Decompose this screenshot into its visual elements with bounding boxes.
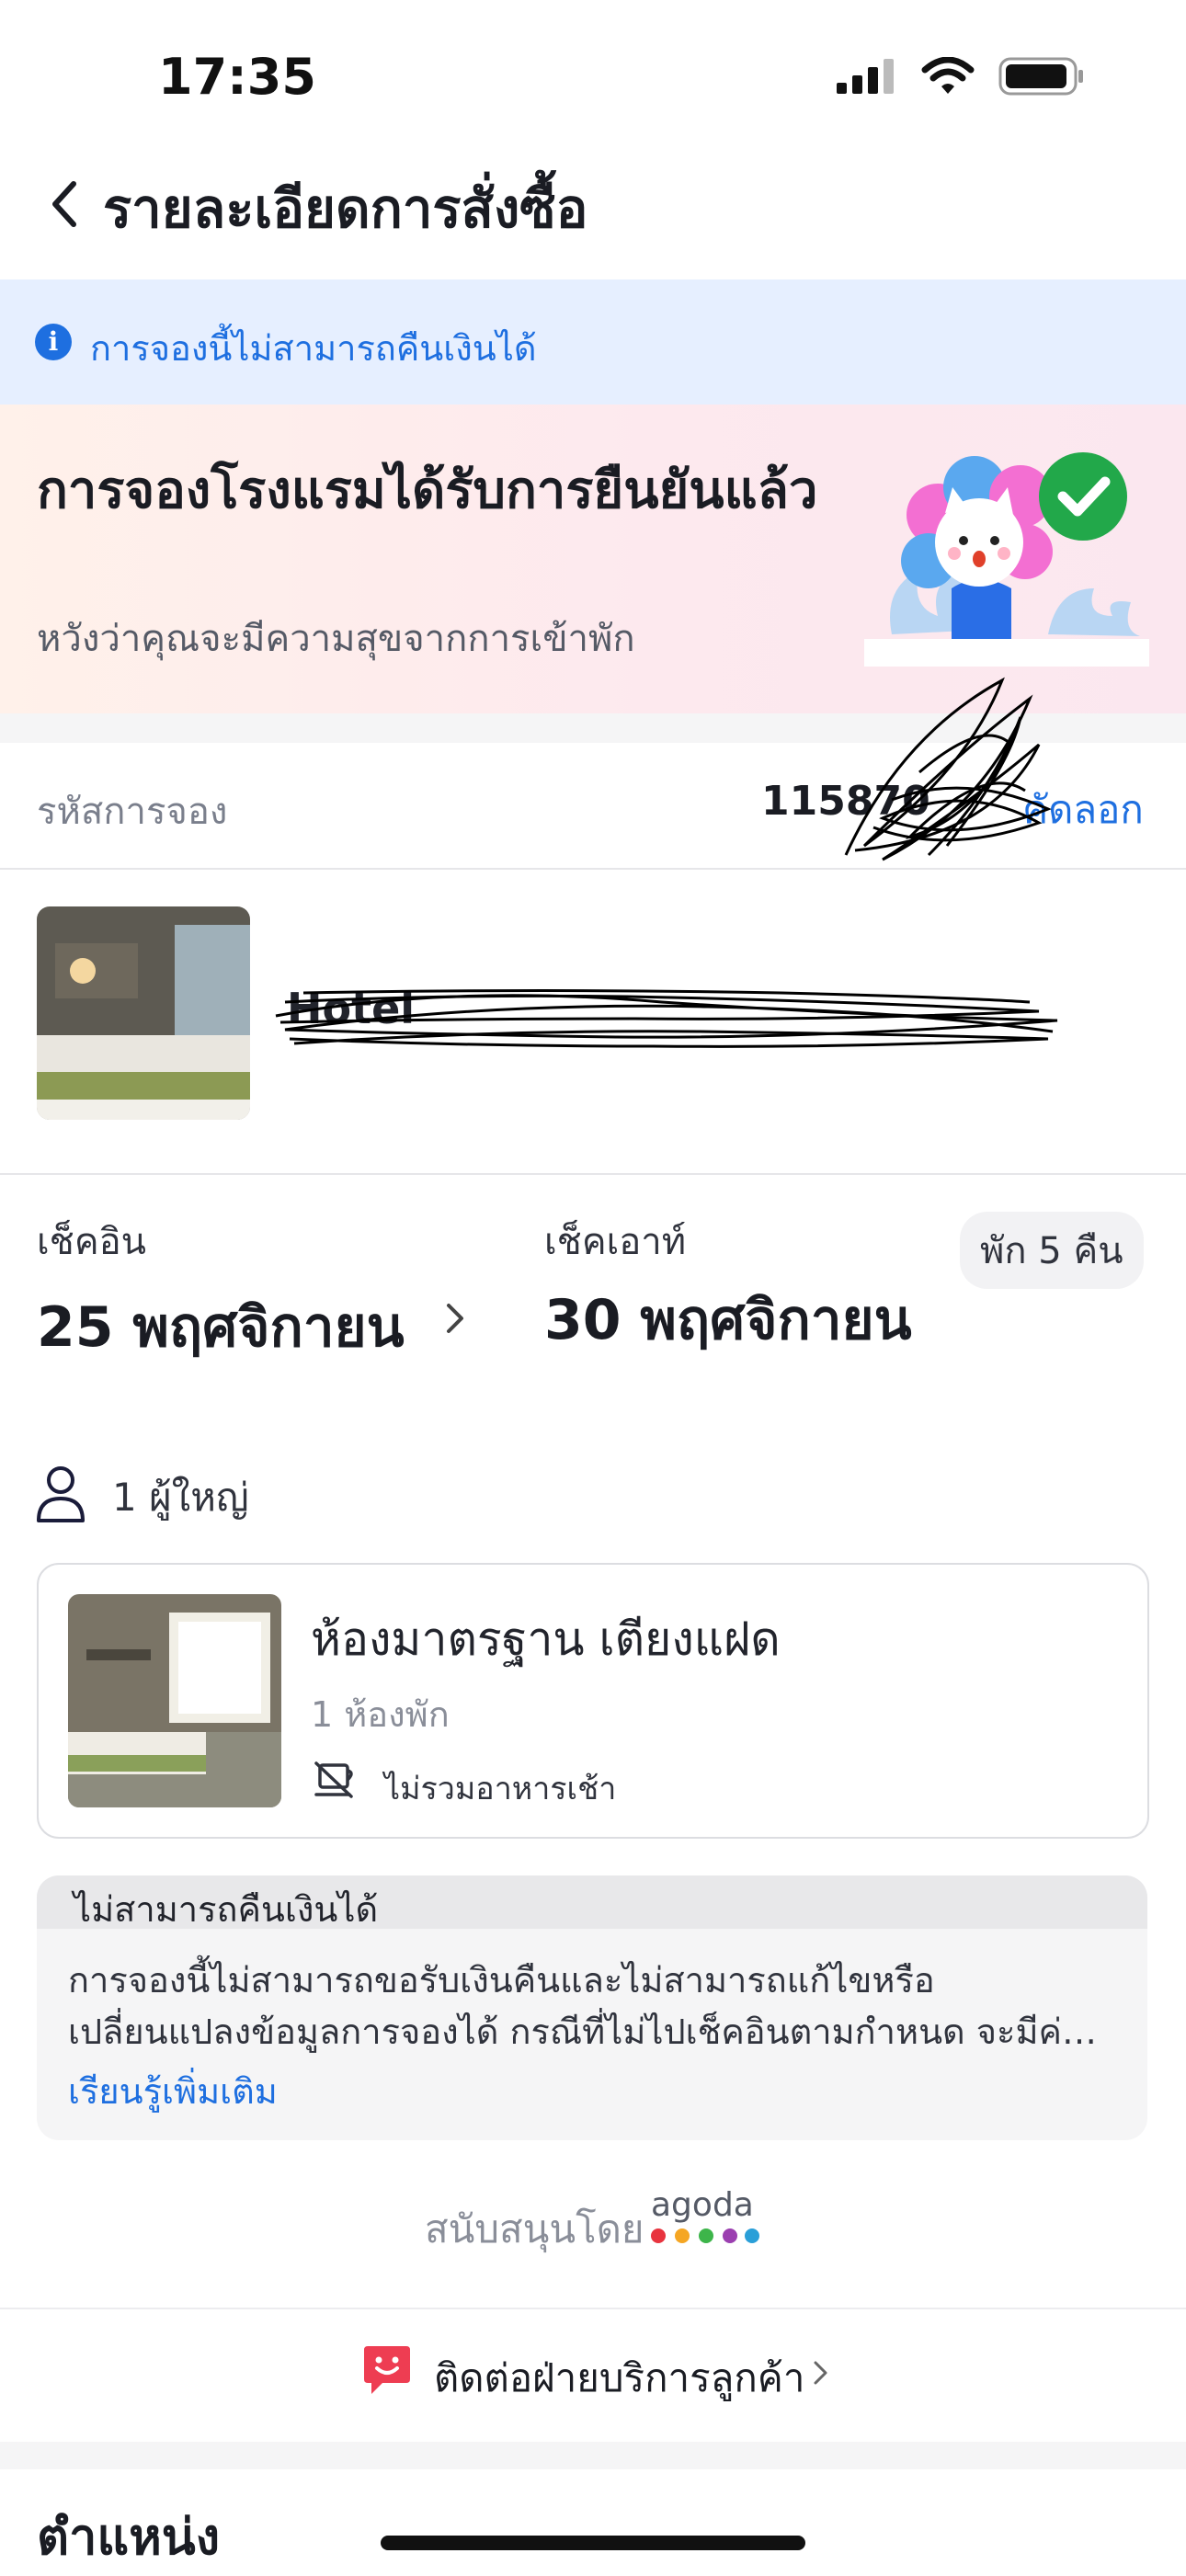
chat-support-icon[interactable]: [360, 2344, 414, 2396]
section-gap: [0, 2442, 1186, 2469]
checkout-label: เช็คเอาท์: [544, 1221, 687, 1263]
policy-title: ไม่สามารถคืนเงินได้: [74, 1889, 379, 1930]
guest-count: 1 ผู้ใหญ่: [112, 1475, 249, 1520]
redaction-scribble: [275, 989, 1058, 1048]
customer-service-link[interactable]: ติดต่อฝ่ายบริการลูกค้า: [434, 2348, 805, 2409]
divider: [0, 1173, 1186, 1175]
checkin-date: 25 พฤศจิกายน: [37, 1295, 405, 1360]
booking-code-label: รหัสการจอง: [37, 791, 228, 833]
checkout-date: 30 พฤศจิกายน: [544, 1288, 912, 1352]
home-indicator[interactable]: [381, 2536, 805, 2550]
checkin-label: เช็คอิน: [37, 1221, 146, 1263]
status-icons: [837, 57, 1085, 96]
chevron-right-icon: [814, 2361, 827, 2385]
mascot-illustration: [864, 452, 1149, 667]
page-title: รายละเอียดการสั่งซื้อ: [103, 177, 588, 240]
no-breakfast-icon: [314, 1761, 353, 1798]
agoda-logo: agoda: [651, 2188, 759, 2243]
learn-more-link[interactable]: เรียนรู้เพิ่มเติม: [68, 2063, 278, 2119]
person-icon: [37, 1466, 85, 1522]
divider: [0, 2308, 1186, 2309]
nights-badge: พัก 5 คืน: [960, 1212, 1144, 1289]
info-banner-text: การจองนี้ไม่สามารถคืนเงินได้: [90, 328, 537, 369]
hotel-photo: [37, 906, 250, 1120]
policy-body: การจองนี้ไม่สามารถขอรับเงินคืนและไม่สามา…: [68, 1960, 1082, 2052]
cellular-signal-icon: [837, 59, 894, 94]
battery-icon: [998, 57, 1083, 96]
confirmation-subtitle: หวังว่าคุณจะมีความสุขจากการเข้าพัก: [37, 618, 635, 660]
chevron-right-icon: [447, 1304, 463, 1333]
back-arrow-icon[interactable]: [44, 177, 85, 232]
status-time: 17:35: [158, 48, 316, 106]
location-section-title: ตำแหน่ง: [37, 2508, 221, 2566]
supported-by-label: สนับสนุนโดย: [425, 2206, 644, 2251]
svg-text:agoda: agoda: [651, 2188, 754, 2224]
check-badge-icon: [1039, 452, 1127, 541]
room-photo: [68, 1594, 281, 1807]
room-name: ห้องมาตรฐาน เตียงแฝด: [311, 1613, 781, 1666]
breakfast-info: ไม่รวมอาหารเช้า: [384, 1771, 617, 1807]
wifi-icon: [921, 57, 975, 94]
room-count: 1 ห้องพัก: [311, 1694, 450, 1735]
confirmation-title: การจองโรงแรมได้รับการยืนยันแล้ว: [37, 461, 818, 520]
info-icon: i: [35, 324, 72, 360]
redaction-scribble: [844, 677, 1052, 861]
